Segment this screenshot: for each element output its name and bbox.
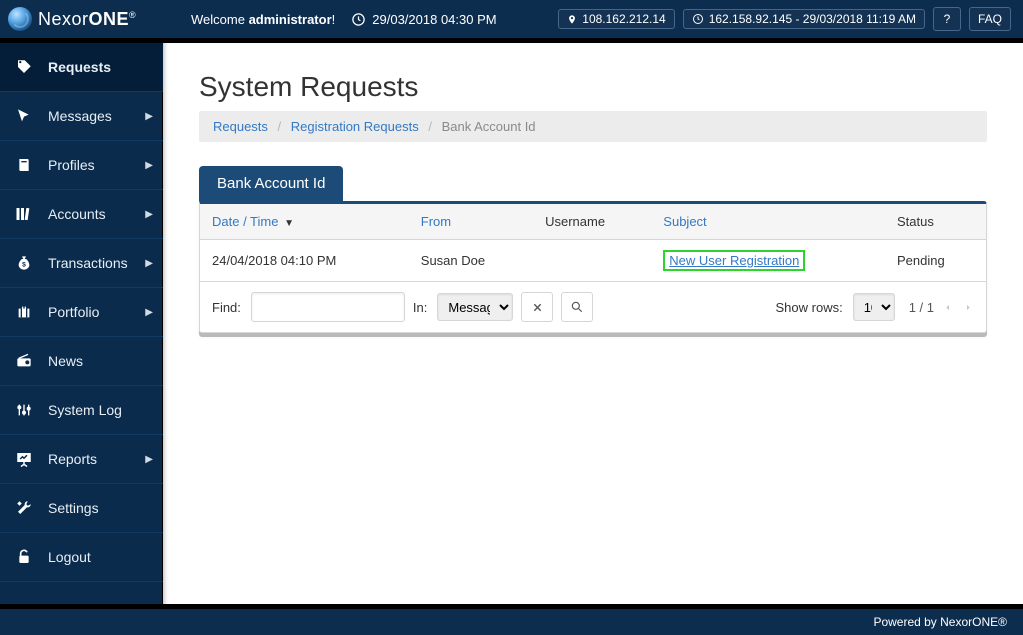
svg-text:$: $ <box>22 261 26 268</box>
cell-datetime: 24/04/2018 04:10 PM <box>200 240 409 282</box>
breadcrumb-current: Bank Account Id <box>442 119 536 134</box>
page-title: System Requests <box>199 71 987 103</box>
tools-icon <box>14 499 34 517</box>
table-footer: Find: In: Message <box>200 282 986 332</box>
in-label: In: <box>413 300 427 315</box>
subject-link[interactable]: New User Registration <box>663 250 805 271</box>
book-icon <box>14 156 34 174</box>
lock-icon <box>14 548 34 566</box>
brand-logo[interactable]: NexorONE® <box>0 7 171 31</box>
sidebar-item-label: Profiles <box>48 157 95 173</box>
brand-text: NexorONE® <box>38 9 136 30</box>
chevron-right-icon: ▶ <box>145 258 153 269</box>
footer-text: Powered by NexorONE® <box>873 615 1007 629</box>
col-username[interactable]: Username <box>533 204 651 240</box>
books-icon <box>14 205 34 223</box>
faq-button[interactable]: FAQ <box>969 7 1011 31</box>
chevron-right-icon: ▶ <box>145 111 153 122</box>
ip-current-badge[interactable]: 108.162.212.14 <box>558 9 674 29</box>
tab-bank-account-id[interactable]: Bank Account Id <box>199 166 343 201</box>
sidebar-item-label: Accounts <box>48 206 106 222</box>
chevron-right-icon: ▶ <box>145 160 153 171</box>
sidebar-item-transactions[interactable]: $ Transactions ▶ <box>0 239 163 288</box>
help-button[interactable]: ? <box>933 7 961 31</box>
logo-orb-icon <box>8 7 32 31</box>
cell-from: Susan Doe <box>409 240 533 282</box>
col-status[interactable]: Status <box>885 204 986 240</box>
col-subject[interactable]: Subject <box>651 204 885 240</box>
sidebar-item-profiles[interactable]: Profiles ▶ <box>0 141 163 190</box>
sidebar-item-requests[interactable]: Requests <box>0 43 163 92</box>
tag-icon <box>14 58 34 76</box>
sidebar-item-portfolio[interactable]: Portfolio ▶ <box>0 288 163 337</box>
col-from[interactable]: From <box>409 204 533 240</box>
chevron-right-icon: ▶ <box>145 209 153 220</box>
sidebar-item-label: Reports <box>48 451 97 467</box>
breadcrumb-requests[interactable]: Requests <box>213 119 268 134</box>
prev-page-button[interactable] <box>944 302 952 313</box>
next-page-button[interactable] <box>964 302 972 313</box>
clock-icon <box>351 12 366 27</box>
sidebar-item-accounts[interactable]: Accounts ▶ <box>0 190 163 239</box>
sidebar-item-settings[interactable]: Settings <box>0 484 163 533</box>
sidebar-item-messages[interactable]: Messages ▶ <box>0 92 163 141</box>
search-icon <box>570 300 584 314</box>
clear-button[interactable] <box>521 292 553 322</box>
sidebar-item-label: System Log <box>48 402 122 418</box>
welcome-text: Welcome administrator! <box>191 12 335 27</box>
find-label: Find: <box>212 300 241 315</box>
cell-status: Pending <box>885 240 986 282</box>
sidebar-item-label: Portfolio <box>48 304 99 320</box>
sidebar-item-news[interactable]: News <box>0 337 163 386</box>
sliders-icon <box>14 402 34 418</box>
sidebar-item-label: Logout <box>48 549 91 565</box>
pin-icon <box>567 13 577 26</box>
content-area: System Requests Requests / Registration … <box>163 43 1023 604</box>
footer: Powered by NexorONE® <box>0 604 1023 635</box>
table-row[interactable]: 24/04/2018 04:10 PM Susan Doe New User R… <box>200 240 986 282</box>
close-icon <box>532 302 543 313</box>
radio-icon <box>14 353 34 369</box>
sidebar-item-logout[interactable]: Logout <box>0 533 163 582</box>
chevron-right-icon: ▶ <box>145 307 153 318</box>
requests-table: Date / Time ▼ From Username Subject Stat… <box>200 204 986 282</box>
breadcrumb: Requests / Registration Requests / Bank … <box>199 111 987 142</box>
show-rows-label: Show rows: <box>776 300 843 315</box>
sidebar-item-reports[interactable]: Reports ▶ <box>0 435 163 484</box>
rows-select[interactable]: 10 <box>853 293 895 321</box>
clock-small-icon <box>692 13 704 25</box>
topbar: NexorONE® Welcome administrator! 29/03/2… <box>0 0 1023 43</box>
sidebar-item-label: Requests <box>48 59 111 75</box>
sidebar-item-label: Transactions <box>48 255 128 271</box>
in-select[interactable]: Message <box>437 293 513 321</box>
cell-username <box>533 240 651 282</box>
page-info: 1 / 1 <box>909 300 934 315</box>
breadcrumb-registration[interactable]: Registration Requests <box>291 119 419 134</box>
sidebar-item-label: Messages <box>48 108 112 124</box>
search-button[interactable] <box>561 292 593 322</box>
panel: Bank Account Id Date / Time ▼ From Usern… <box>199 166 987 333</box>
col-datetime[interactable]: Date / Time ▼ <box>200 204 409 240</box>
moneybag-icon: $ <box>14 254 34 272</box>
chevron-right-icon: ▶ <box>145 454 153 465</box>
ip-last-badge[interactable]: 162.158.92.145 - 29/03/2018 11:19 AM <box>683 9 925 29</box>
sidebar: Requests Messages ▶ Profiles ▶ Accounts ▶ $ Tran… <box>0 43 163 604</box>
clock-text: 29/03/2018 04:30 PM <box>372 12 496 27</box>
sidebar-item-system-log[interactable]: System Log <box>0 386 163 435</box>
suitcase-icon <box>14 304 34 320</box>
find-input[interactable] <box>251 292 405 322</box>
presentation-icon <box>14 450 34 468</box>
sidebar-item-label: Settings <box>48 500 99 516</box>
sort-desc-icon: ▼ <box>284 218 294 229</box>
clock-display: 29/03/2018 04:30 PM <box>351 12 496 27</box>
sidebar-item-label: News <box>48 353 83 369</box>
cursor-icon <box>14 108 34 124</box>
